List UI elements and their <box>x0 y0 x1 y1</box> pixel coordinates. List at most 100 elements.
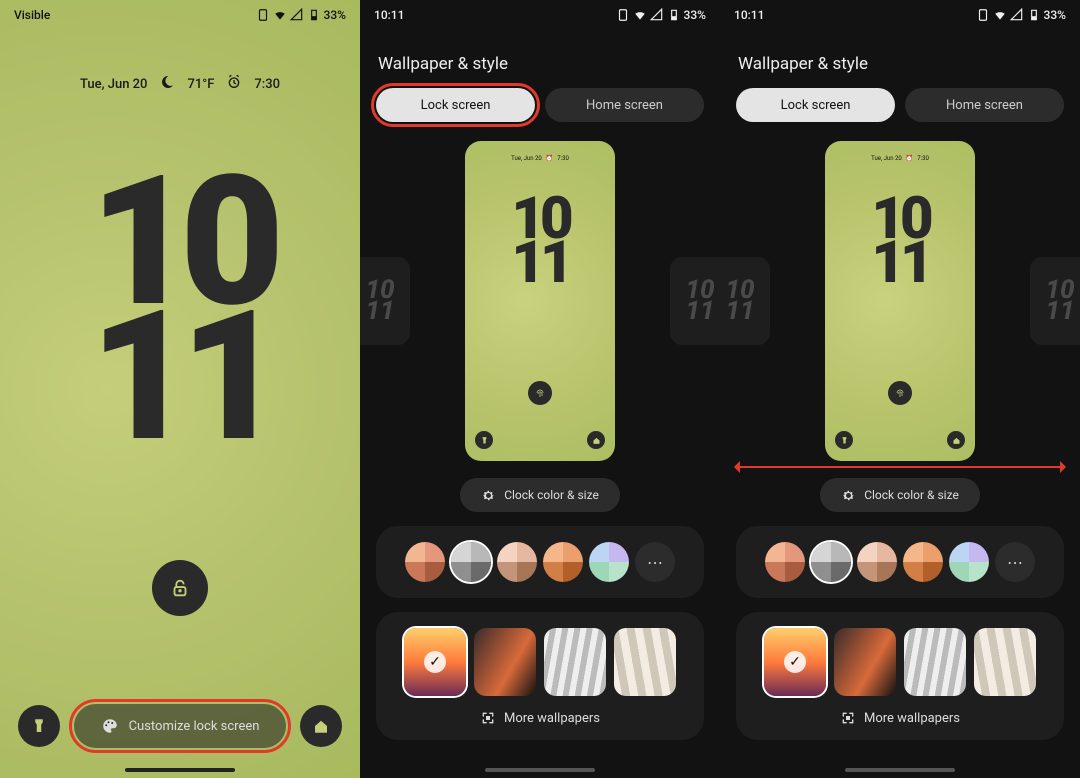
preview-fingerprint <box>888 381 912 405</box>
home-button[interactable] <box>300 705 342 747</box>
flashlight-button[interactable] <box>18 705 60 747</box>
wallpaper-icon <box>480 710 496 726</box>
screen-segmented-control: Lock screen Home screen <box>720 88 1080 122</box>
color-swatch-4[interactable] <box>903 542 943 582</box>
more-wallpapers-button[interactable]: More wallpapers <box>388 710 692 726</box>
palette-icon <box>101 717 119 735</box>
wallpaper-thumb-3[interactable] <box>544 628 606 696</box>
color-swatch-5[interactable] <box>589 542 629 582</box>
clock-color-size-button[interactable]: Clock color & size <box>460 478 620 512</box>
page-title: Wallpaper & style <box>720 24 1080 88</box>
status-bar: Visible 33% <box>0 0 360 24</box>
lock-bottom-row: Customize lock screen <box>0 704 360 748</box>
weather-moon-icon <box>159 74 175 94</box>
wallpaper-thumb-3[interactable] <box>904 628 966 696</box>
clock-style-prev[interactable]: 10 11 <box>360 257 410 345</box>
wallpaper-thumb-2[interactable] <box>834 628 896 696</box>
gear-icon <box>481 488 496 503</box>
tab-lock-label: Lock screen <box>421 98 491 113</box>
tab-lock-screen[interactable]: Lock screen <box>736 88 895 122</box>
preview-alarm-icon: ⏰ <box>546 155 553 162</box>
side-min: 11 <box>685 301 714 322</box>
tab-home-screen[interactable]: Home screen <box>905 88 1064 122</box>
rotation-lock-icon <box>976 8 990 22</box>
color-swatch-3[interactable] <box>857 542 897 582</box>
signal-icon <box>650 8 664 22</box>
screen-segmented-control: Lock screen Home screen <box>360 88 720 122</box>
battery-icon <box>307 8 321 22</box>
wallpaper-style-panel-a: 10:11 33% Wallpaper & style Lock screen … <box>360 0 720 778</box>
preview-info: Tue, Jun 20 ⏰ 7:30 <box>825 141 975 162</box>
wallpaper-style-panel-b: 10:11 33% Wallpaper & style Lock screen … <box>720 0 1080 778</box>
color-swatch-1[interactable] <box>765 542 805 582</box>
preview-alarm: 7:30 <box>557 155 569 162</box>
color-swatch-4[interactable] <box>543 542 583 582</box>
preview-alarm-icon: ⏰ <box>906 155 913 162</box>
clock-color-size-button[interactable]: Clock color & size <box>820 478 980 512</box>
wallpaper-icon <box>840 710 856 726</box>
clock-style-carousel[interactable]: 10 11 Tue, Jun 20 ⏰ 7:30 10 11 10 11 <box>720 136 1080 466</box>
clock-size-label: Clock color & size <box>864 488 959 502</box>
nav-handle[interactable] <box>485 768 595 772</box>
gear-icon <box>841 488 856 503</box>
customize-lock-screen-button[interactable]: Customize lock screen <box>74 704 286 748</box>
rotation-lock-icon <box>256 8 270 22</box>
lock-clock: 10 11 <box>0 174 360 444</box>
signal-icon <box>1010 8 1024 22</box>
color-swatches-card: ⋯ <box>376 526 704 598</box>
color-swatches-card: ⋯ <box>736 526 1064 598</box>
preview-min: 11 <box>825 242 975 286</box>
preview-clock: 10 11 <box>825 198 975 285</box>
wallpaper-thumb-4[interactable] <box>974 628 1036 696</box>
color-swatch-1[interactable] <box>405 542 445 582</box>
color-swatch-5[interactable] <box>949 542 989 582</box>
carrier-label: Visible <box>14 8 50 22</box>
wallpaper-thumb-1[interactable]: ✓ <box>404 628 466 696</box>
clock-size-label: Clock color & size <box>504 488 599 502</box>
clock-style-carousel[interactable]: 10 11 Tue, Jun 20 ⏰ 7:30 10 11 10 11 <box>360 136 720 466</box>
status-bar: 10:11 33% <box>720 0 1080 24</box>
side-min: 11 <box>1045 301 1074 322</box>
side-min: 11 <box>365 301 394 322</box>
battery-percent: 33% <box>324 8 346 22</box>
nav-handle[interactable] <box>125 768 235 772</box>
nav-handle[interactable] <box>845 768 955 772</box>
signal-icon <box>290 8 304 22</box>
clock-style-prev[interactable]: 10 11 <box>720 257 770 345</box>
flashlight-icon <box>840 436 849 445</box>
more-colors-button[interactable]: ⋯ <box>995 542 1035 582</box>
lock-screen-panel: Visible 33% Tue, Jun 20 71°F 7:30 10 11 <box>0 0 360 778</box>
preview-info: Tue, Jun 20 ⏰ 7:30 <box>465 141 615 162</box>
status-time: 10:11 <box>734 8 764 22</box>
unlock-button[interactable] <box>152 560 208 616</box>
color-swatch-2[interactable] <box>451 542 491 582</box>
lock-screen-preview[interactable]: Tue, Jun 20 ⏰ 7:30 10 11 <box>465 141 615 461</box>
preview-home <box>587 431 605 449</box>
color-swatch-3[interactable] <box>497 542 537 582</box>
wallpapers-card: ✓ More wallpapers <box>376 612 704 740</box>
status-time: 10:11 <box>374 8 404 22</box>
flashlight-icon <box>480 436 489 445</box>
more-wallpapers-button[interactable]: More wallpapers <box>748 710 1052 726</box>
flashlight-icon <box>30 717 48 735</box>
wallpaper-thumb-2[interactable] <box>474 628 536 696</box>
more-colors-button[interactable]: ⋯ <box>635 542 675 582</box>
status-bar: 10:11 33% <box>360 0 720 24</box>
wifi-icon <box>993 8 1007 22</box>
color-swatch-2[interactable] <box>811 542 851 582</box>
swipe-arrow-annotation <box>738 466 1062 468</box>
lock-screen-preview[interactable]: Tue, Jun 20 ⏰ 7:30 10 11 <box>825 141 975 461</box>
tab-lock-screen[interactable]: Lock screen <box>376 88 535 122</box>
wallpaper-thumb-1[interactable]: ✓ <box>764 628 826 696</box>
check-icon: ✓ <box>784 651 806 673</box>
battery-icon <box>667 8 681 22</box>
lock-temp: 71°F <box>187 77 214 92</box>
wifi-icon <box>273 8 287 22</box>
tab-lock-label: Lock screen <box>781 98 851 113</box>
wallpapers-card: ✓ More wallpapers <box>736 612 1064 740</box>
wallpaper-thumb-4[interactable] <box>614 628 676 696</box>
clock-style-next[interactable]: 10 11 <box>1030 257 1080 345</box>
tab-home-screen[interactable]: Home screen <box>545 88 704 122</box>
home-icon <box>592 436 601 445</box>
clock-style-next[interactable]: 10 11 <box>670 257 720 345</box>
